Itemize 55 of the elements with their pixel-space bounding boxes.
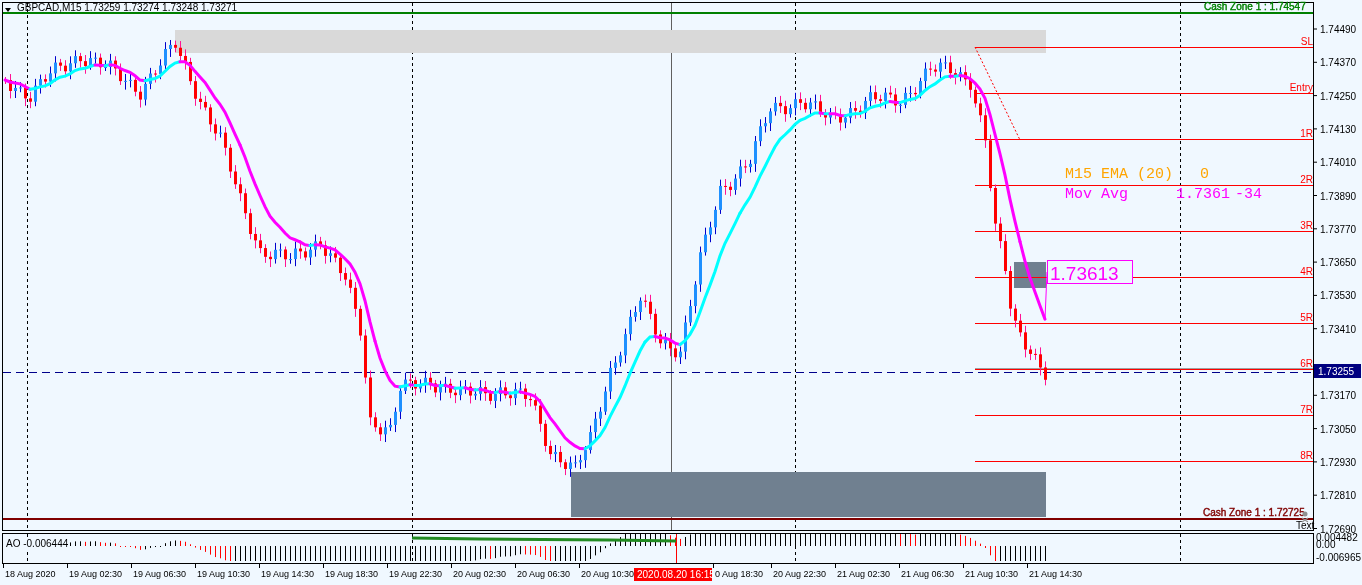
price-axis-label: 1.73530 <box>1320 290 1357 302</box>
indicator-label: AO -0.006444 <box>6 538 69 549</box>
level-label: 4R <box>1300 266 1313 277</box>
indicator-axis-label: 0.00 <box>1316 539 1336 550</box>
indicator-axis-label: -0.006965 <box>1316 552 1362 563</box>
time-axis-label: 20 Aug 10:30 <box>581 569 635 579</box>
legend-text: 0 <box>1200 166 1209 183</box>
level-label: 3R <box>1300 220 1313 231</box>
price-axis-label: 1.73770 <box>1320 223 1357 235</box>
symbol-info: GBPCAD,M15 1.73259 1.73274 1.73248 1.73271 <box>17 2 238 13</box>
cash-zone-label: Cash Zone 1 : 1.74547 <box>1204 1 1306 12</box>
level-label: SL <box>1300 36 1313 47</box>
level-label: 8R <box>1300 450 1313 461</box>
time-axis-label: 19 Aug 10:30 <box>197 569 251 579</box>
time-axis-label: 20 Aug 22:30 <box>773 569 827 579</box>
level-label: 6R <box>1300 358 1313 369</box>
price-axis-label: 1.74130 <box>1320 123 1357 135</box>
time-axis-label: 19 Aug 18:30 <box>325 569 379 579</box>
time-axis-label: 19 Aug 14:30 <box>261 569 315 579</box>
level-label: Entry <box>1289 82 1313 93</box>
level-label: 1R <box>1300 128 1313 139</box>
price-axis-label: 1.73410 <box>1320 323 1357 335</box>
time-axis-label: 21 Aug 02:30 <box>837 569 891 579</box>
price-axis-label: 1.74010 <box>1320 157 1357 169</box>
price-axis-label: 1.73170 <box>1320 390 1357 402</box>
level-label: 5R <box>1300 312 1313 323</box>
price-axis-label: 1.72810 <box>1320 490 1357 502</box>
time-axis-label: 19 Aug 06:30 <box>133 569 187 579</box>
current-price-badge: 1.73255 <box>1314 364 1361 378</box>
legend-text: -34 <box>1235 186 1262 203</box>
time-axis-label: 18 Aug 2020 <box>5 569 56 579</box>
text-label: Text <box>1296 520 1315 531</box>
price-axis-label: 1.74250 <box>1320 90 1357 102</box>
legend-text: 1.7361 <box>1176 186 1230 203</box>
time-axis-label: 20 Aug 02:30 <box>453 569 507 579</box>
price-axis-label: 1.73050 <box>1320 423 1357 435</box>
time-axis-label: 20 Aug 06:30 <box>517 569 571 579</box>
level-label: 7R <box>1300 404 1313 415</box>
price-axis-label: 1.74370 <box>1320 57 1357 69</box>
legend-text: M15 EMA (20) <box>1065 166 1174 183</box>
price-axis-label: 1.72930 <box>1320 456 1357 468</box>
price-axis-label: 1.73650 <box>1320 257 1357 269</box>
time-axis-label: 21 Aug 06:30 <box>901 569 955 579</box>
price-label: 1.73613 <box>1044 260 1133 320</box>
price-axis-label: 1.74490 <box>1320 24 1357 35</box>
price-axis-label: 1.73890 <box>1320 190 1357 202</box>
time-axis-label: 21 Aug 14:30 <box>1029 569 1083 579</box>
price-axis-label: 1.72690 <box>1320 523 1357 535</box>
cash-zone-label: Cash Zone 1 : 1.72725 <box>1203 507 1305 518</box>
time-axis-label: 21 Aug 10:30 <box>965 569 1019 579</box>
time-axis-label: 19 Aug 02:30 <box>69 569 123 579</box>
time-axis-label: 19 Aug 22:30 <box>389 569 443 579</box>
legend-text: Mov Avg <box>1065 186 1128 203</box>
level-label: 2R <box>1300 174 1313 185</box>
time-axis-label: 0 Aug 18:30 <box>715 569 764 579</box>
